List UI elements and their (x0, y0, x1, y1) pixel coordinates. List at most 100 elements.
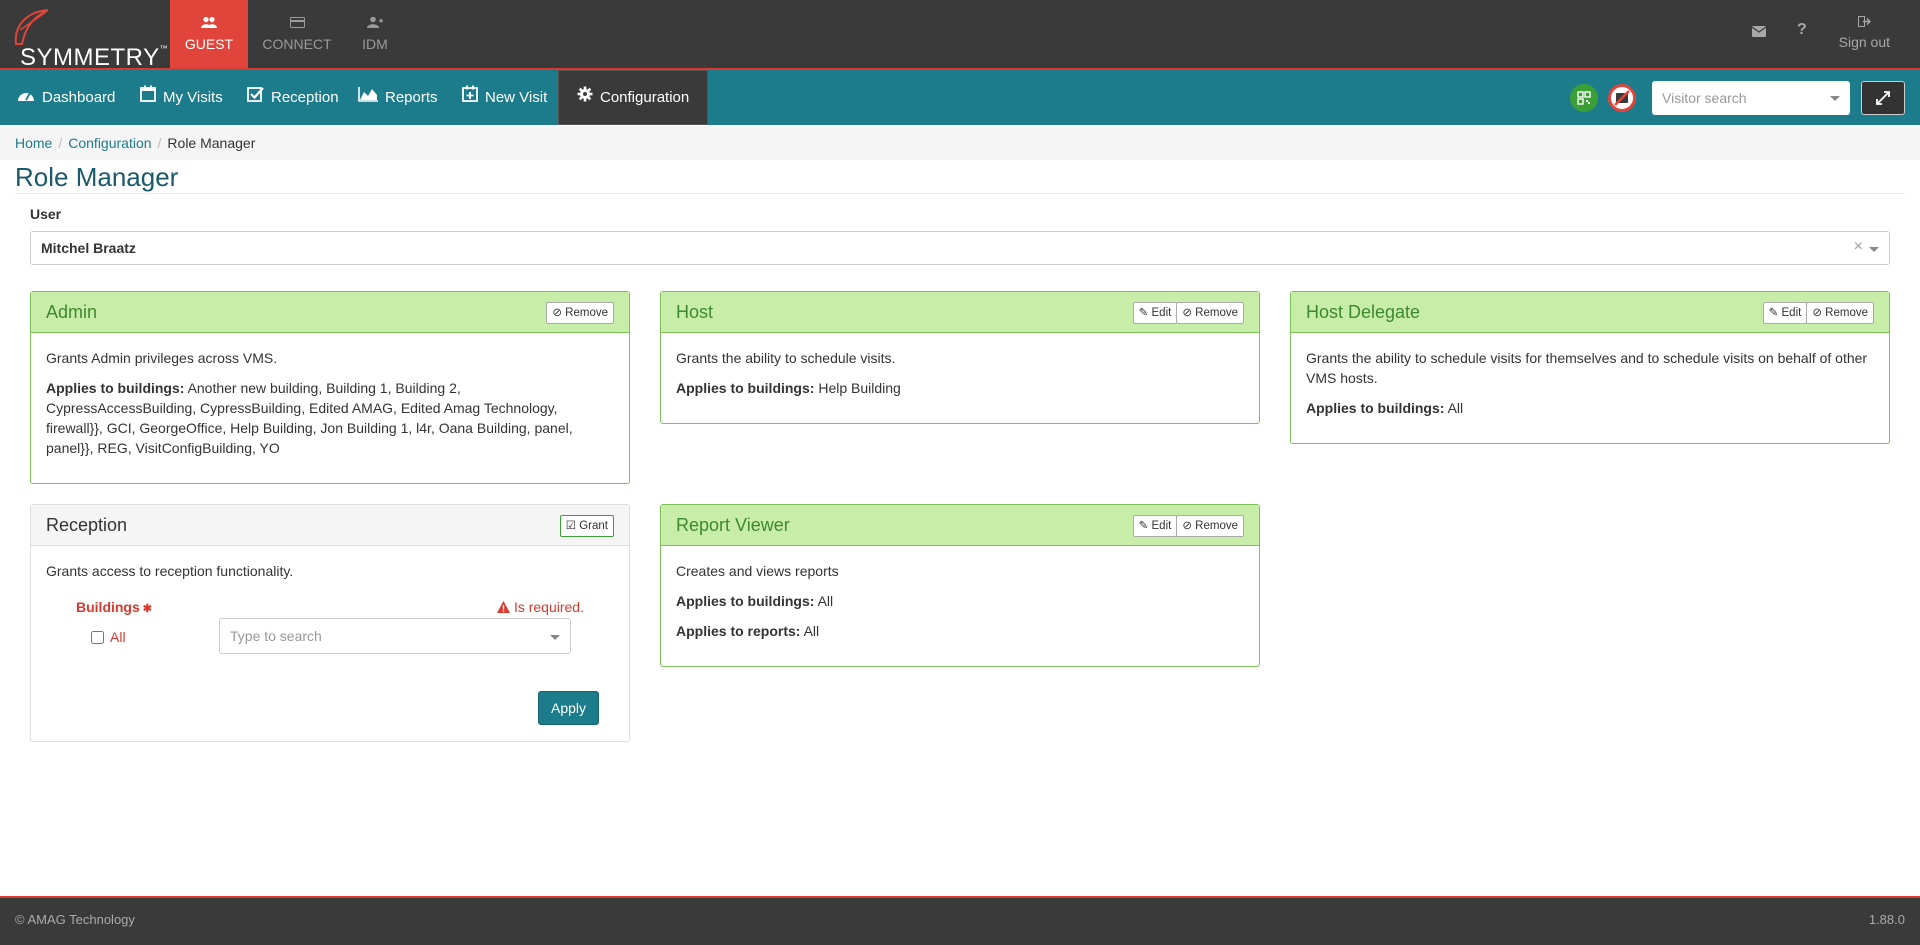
nav-configuration-label: Configuration (600, 89, 690, 106)
page-title: Role Manager (15, 162, 179, 192)
chevron-down-icon (550, 635, 560, 640)
logo-swoosh-icon (14, 9, 49, 45)
fullscreen-button[interactable] (1861, 81, 1905, 115)
nav-reports[interactable]: Reports (358, 70, 438, 125)
role-card-body: Grants the ability to schedule visits. A… (661, 333, 1259, 418)
role-description: Grants the ability to schedule visits. (676, 350, 896, 366)
grant-role-button[interactable]: ☑ Grant (559, 515, 614, 537)
role-title: Reception (46, 515, 128, 535)
role-applies-buildings: Applies to buildings: Another new buildi… (46, 380, 573, 456)
role-description: Creates and views reports (676, 563, 839, 579)
role-description: Grants Admin privileges across VMS. (46, 350, 278, 366)
role-card-body: Creates and views reports Applies to bui… (661, 546, 1259, 661)
role-applies-buildings: Applies to buildings: All (676, 593, 834, 609)
all-buildings-checkbox[interactable]: All (91, 629, 126, 645)
role-card-header: Report Viewer ✎ Edit ⊘ Remove (661, 505, 1259, 546)
remove-role-button[interactable]: ⊘ Remove (1176, 515, 1244, 537)
role-title: Admin (46, 302, 98, 322)
breadcrumb-configuration[interactable]: Configuration (68, 135, 151, 151)
calendar-icon (140, 70, 156, 125)
breadcrumb-home[interactable]: Home (15, 135, 52, 151)
visitor-search-select[interactable]: Visitor search (1652, 81, 1850, 115)
dashboard-icon (17, 70, 35, 125)
role-card-header: Admin ⊘ Remove (31, 292, 629, 333)
role-card-report-viewer: Report Viewer ✎ Edit ⊘ Remove Creates an… (660, 504, 1260, 667)
users-icon (170, 16, 248, 34)
chevron-down-icon (1869, 247, 1879, 252)
role-card-body: Grants access to reception functionality… (31, 546, 629, 601)
footer: © AMAG Technology 1.88.0 (0, 896, 1920, 945)
required-asterisk-icon: ✱ (142, 603, 152, 615)
role-applies-buildings: Applies to buildings: Help Building (676, 380, 901, 396)
tab-guest-label: GUEST (184, 36, 234, 52)
user-select[interactable]: Mitchel Braatz × (30, 231, 1890, 265)
role-title: Host (676, 302, 714, 322)
clear-icon[interactable]: × (1854, 238, 1863, 256)
tab-guest[interactable]: GUEST (170, 0, 248, 68)
user-plus-icon (336, 16, 414, 34)
edit-role-button[interactable]: ✎ Edit (1762, 302, 1808, 324)
role-applies-buildings: Applies to buildings: All (1306, 400, 1464, 416)
nav-reports-label: Reports (385, 89, 438, 106)
tab-idm[interactable]: IDM (336, 0, 414, 68)
all-buildings-label: All (110, 629, 126, 645)
role-card-body: Grants Admin privileges across VMS. Appl… (31, 333, 629, 478)
gear-icon (577, 70, 593, 125)
role-card-reception: Reception ☑ Grant Grants access to recep… (30, 504, 630, 742)
all-buildings-checkbox-input[interactable] (91, 630, 104, 644)
area-chart-icon (358, 70, 378, 125)
edit-role-button[interactable]: ✎ Edit (1132, 515, 1178, 537)
visitor-search-placeholder: Visitor search (1662, 90, 1747, 106)
role-card-header: Host ✎ Edit ⊘ Remove (661, 292, 1259, 333)
role-card-header: Host Delegate ✎ Edit ⊘ Remove (1291, 292, 1889, 333)
help-icon[interactable]: ? (1797, 21, 1807, 39)
role-title: Report Viewer (676, 515, 790, 535)
role-card-host: Host ✎ Edit ⊘ Remove Grants the ability … (660, 291, 1260, 424)
buildings-search-placeholder: Type to search (230, 628, 322, 644)
tab-connect[interactable]: CONNECT (258, 0, 336, 68)
nav-dashboard-label: Dashboard (42, 89, 116, 106)
validation-message: Is required. (497, 599, 584, 615)
remove-role-button[interactable]: ⊘ Remove (1176, 302, 1244, 324)
nav-my-visits[interactable]: My Visits (140, 70, 223, 125)
sign-out-icon (1839, 16, 1890, 34)
role-card-admin: Admin ⊘ Remove Grants Admin privileges a… (30, 291, 630, 484)
buildings-search-select[interactable]: Type to search (219, 618, 571, 654)
breadcrumb-current: Role Manager (167, 135, 256, 151)
buildings-field-label: Buildings ✱ (76, 599, 152, 615)
edit-role-button[interactable]: ✎ Edit (1132, 302, 1178, 324)
title-divider (15, 193, 1905, 194)
check-square-icon (247, 70, 264, 125)
envelope-icon[interactable] (1751, 24, 1767, 41)
user-select-value: Mitchel Braatz (41, 240, 136, 256)
card-icon (258, 16, 336, 34)
app-version: 1.88.0 (1868, 912, 1905, 927)
role-card-body: Grants the ability to schedule visits fo… (1291, 333, 1889, 438)
role-description: Grants the ability to schedule visits fo… (1306, 350, 1868, 386)
role-title: Host Delegate (1306, 302, 1421, 322)
role-card-host-delegate: Host Delegate ✎ Edit ⊘ Remove Grants the… (1290, 291, 1890, 444)
nav-configuration[interactable]: Configuration (558, 70, 709, 125)
remove-role-button[interactable]: ⊘ Remove (1806, 302, 1874, 324)
nav-my-visits-label: My Visits (163, 89, 223, 106)
apply-button[interactable]: Apply (538, 691, 599, 725)
nav-new-visit[interactable]: New Visit (462, 70, 547, 125)
main-nav-bar: Dashboard My Visits Reception Reports Ne… (0, 70, 1920, 125)
calendar-plus-icon (462, 70, 478, 125)
blocked-visitor-icon[interactable] (1608, 84, 1636, 112)
footer-copyright: © AMAG Technology (15, 912, 135, 927)
nav-reception-label: Reception (271, 89, 339, 106)
symmetry-logo[interactable]: SYMMETRY™ (6, 6, 168, 71)
nav-dashboard[interactable]: Dashboard (17, 70, 115, 125)
sign-out-button[interactable]: Sign out (1839, 16, 1890, 50)
remove-role-button[interactable]: ⊘ Remove (546, 302, 614, 324)
chevron-down-icon (1830, 96, 1840, 101)
warning-icon (497, 601, 511, 613)
top-app-bar: SYMMETRY™ GUEST CONNECT IDM ? Sign out (0, 0, 1920, 71)
logo-text: SYMMETRY™ (20, 44, 169, 71)
tab-idm-label: IDM (362, 36, 388, 52)
user-label: User (30, 206, 62, 222)
qr-code-icon[interactable] (1570, 84, 1598, 112)
nav-reception[interactable]: Reception (247, 70, 339, 125)
role-card-header: Reception ☑ Grant (31, 505, 629, 546)
